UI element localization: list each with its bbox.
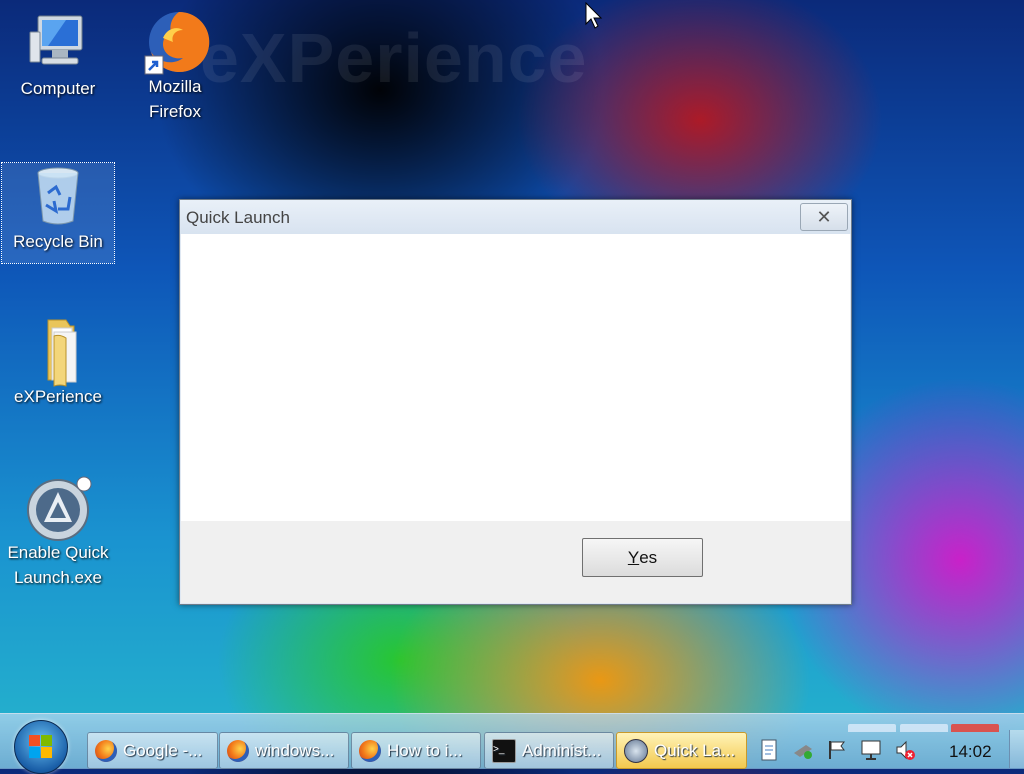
desktop-icon-label: Mozilla Firefox <box>148 77 202 121</box>
taskbar: Google -... windows... How to i... >_ Ad… <box>0 713 1024 774</box>
desktop-icon-enable-quick-launch[interactable]: Enable Quick Launch.exe <box>2 474 114 590</box>
firefox-icon <box>143 8 210 75</box>
system-tray <box>758 732 928 767</box>
yes-label-rest: es <box>639 547 658 567</box>
desktop-watermark: eXPerience <box>200 19 588 97</box>
yes-accelerator: Y <box>627 547 640 567</box>
taskbar-button-how-to[interactable]: How to i... <box>351 732 481 769</box>
taskbar-button-quick-launch[interactable]: Quick La... <box>616 732 747 769</box>
network-icon[interactable] <box>792 739 814 761</box>
taskbar-button-label: Administ... <box>522 740 602 760</box>
document-icon[interactable] <box>758 739 780 761</box>
taskbar-button-label: Google -... <box>123 740 203 760</box>
taskbar-button-windows[interactable]: windows... <box>219 732 349 769</box>
tray-overflow-chip <box>848 724 896 732</box>
recycle-bin-icon <box>26 163 90 227</box>
dialog-body <box>181 234 850 521</box>
show-desktop-button[interactable] <box>1009 730 1024 768</box>
taskbar-button-label: How to i... <box>387 740 463 760</box>
desktop-icon-computer[interactable]: Computer <box>2 10 114 101</box>
quick-launch-app-icon <box>26 474 92 541</box>
clock[interactable]: 14:02 <box>949 742 992 762</box>
command-prompt-icon: >_ <box>492 738 516 763</box>
desktop-icon-experience-folder[interactable]: eXPerience <box>2 318 114 409</box>
close-button[interactable]: ✕ <box>800 203 848 231</box>
firefox-icon <box>359 739 381 762</box>
tray-overflow-chip <box>900 724 948 732</box>
desktop-icon-firefox[interactable]: Mozilla Firefox <box>119 8 231 124</box>
quick-launch-icon <box>624 738 648 763</box>
desktop-icon-label: Recycle Bin <box>13 232 103 251</box>
dialog-titlebar[interactable]: Quick Launch ✕ <box>180 200 851 234</box>
yes-button[interactable]: Yes <box>582 538 703 577</box>
computer-icon <box>26 10 90 74</box>
dialog-title: Quick Launch <box>186 208 290 227</box>
mouse-cursor-icon <box>585 1 603 35</box>
firefox-icon <box>227 739 249 762</box>
folder-icon <box>26 318 90 387</box>
network-monitor-icon[interactable] <box>860 739 882 761</box>
taskbar-button-administrator[interactable]: >_ Administ... <box>484 732 614 769</box>
taskbar-button-label: Quick La... <box>654 740 736 760</box>
dialog-footer: Yes <box>181 521 850 603</box>
volume-muted-icon[interactable] <box>894 739 916 761</box>
quick-launch-dialog: Quick Launch ✕ Yes <box>179 199 852 605</box>
taskbar-button-google[interactable]: Google -... <box>87 732 218 769</box>
start-button[interactable] <box>14 720 68 774</box>
windows-logo-icon <box>29 735 53 759</box>
tray-overflow-chip <box>951 724 999 732</box>
desktop-icon-recycle-bin[interactable]: Recycle Bin <box>1 162 115 264</box>
taskbar-button-label: windows... <box>255 740 335 760</box>
firefox-icon <box>95 739 117 762</box>
action-center-flag-icon[interactable] <box>826 739 848 761</box>
desktop-icon-label: Computer <box>20 79 96 98</box>
desktop-icon-label: Enable Quick Launch.exe <box>7 543 109 587</box>
close-icon: ✕ <box>816 206 832 227</box>
